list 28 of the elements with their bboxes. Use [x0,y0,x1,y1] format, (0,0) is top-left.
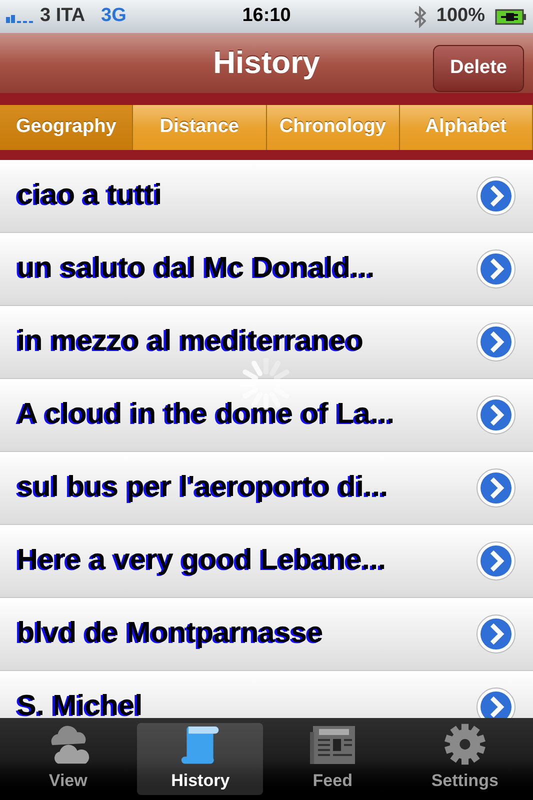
disclosure-button[interactable] [476,249,516,289]
disclosure-button[interactable] [476,614,516,654]
row-title: un saluto dal Mc Donald... [17,251,376,286]
nav-title: History [213,44,320,82]
row-title: blvd de Montparnasse [17,616,324,652]
tab-bar-item[interactable]: History [137,723,264,795]
disclosure-button[interactable] [476,176,516,216]
battery-charging-icon [495,8,527,24]
tab-bar-item[interactable]: Settings [402,723,528,795]
tab-bar-item[interactable]: Feed [270,723,396,795]
row-title: in mezzo al mediterraneo [17,324,364,360]
row-title: Here a very good Lebane... [17,543,388,578]
network-type: 3G [101,4,126,28]
row-title: S. Michel [17,689,144,718]
newspaper-icon [308,724,357,766]
row-title: sul bus per l'aeroporto di... [17,470,390,506]
disclosure-button[interactable] [476,395,516,435]
disclosure-button[interactable] [476,468,516,508]
disclosure-button[interactable] [476,541,516,581]
battery-percent: 100% [436,4,485,28]
delete-button[interactable]: Delete [432,45,524,92]
tab-bar-item[interactable]: View [5,723,132,795]
row-title: ciao a tutti [17,178,164,214]
clock-time: 16:10 [242,4,291,28]
row-title: A cloud in the dome of La... [17,397,396,432]
bluetooth-icon [414,6,426,28]
disclosure-button[interactable] [476,322,516,362]
carrier-name: 3 ITA [40,4,86,28]
